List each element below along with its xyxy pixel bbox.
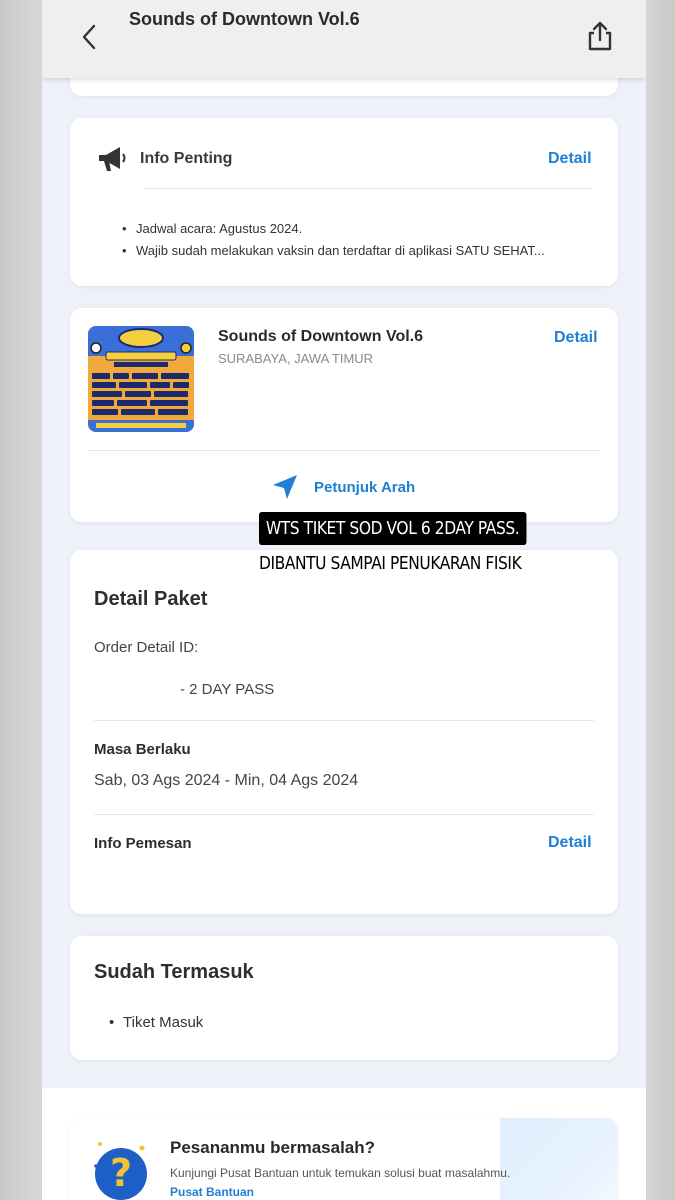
navigation-arrow-icon [273,475,297,499]
share-button[interactable] [582,18,618,54]
booking-info-detail-link[interactable]: Detail [548,834,592,852]
back-button[interactable] [74,20,104,54]
megaphone-icon [99,147,126,171]
event-name: Sounds of Downtown Vol.6 [218,328,424,345]
svg-text:?: ? [110,1151,132,1195]
list-item: Tiket Masuk [109,1012,203,1034]
list-item: Wajib sudah melakukan vaksin dan terdaft… [122,240,545,262]
overlay-caption-line2: DIBANTU SAMPAI PENUKARAN FISIK [259,553,522,574]
validity-value: Sab, 03 Ags 2024 - Min, 04 Ags 2024 [94,772,359,789]
info-penting-card: Info Penting Detail Jadwal acara: Agustu… [70,118,618,286]
help-description: Kunjungi Pusat Bantuan untuk temukan sol… [170,1166,511,1180]
event-card: Sounds of Downtown Vol.6 SURABAYA, JAWA … [70,308,618,522]
sudah-termasuk-title: Sudah Termasuk [94,961,254,983]
divider [94,814,594,815]
order-detail-label: Order Detail ID: [94,639,199,656]
list-item: Jadwal acara: Agustus 2024. [122,218,545,240]
question-mark-icon: ? [94,1142,147,1200]
event-poster-image[interactable] [88,326,194,432]
help-center-link[interactable]: Pusat Bantuan [170,1185,254,1199]
divider [144,188,592,189]
event-poster-graphic [88,326,194,432]
event-location: SURABAYA, JAWA TIMUR [218,351,374,366]
booking-info-label: Info Pemesan [94,835,192,852]
detail-paket-card: Detail Paket Order Detail ID: - 2 DAY PA… [70,550,618,914]
overlay-caption-line1: WTS TIKET SOD VOL 6 2DAY PASS. [259,512,527,545]
info-penting-list: Jadwal acara: Agustus 2024. Wajib sudah … [122,218,545,262]
info-penting-title: Info Penting [140,150,233,167]
detail-paket-title: Detail Paket [94,588,208,610]
directions-button[interactable]: Petunjuk Arah [270,472,415,502]
info-penting-header: Info Penting [96,144,232,174]
top-app-bar: Sounds of Downtown Vol.6 [42,0,646,78]
help-card-decoration [500,1118,618,1200]
help-card[interactable]: ? Pesananmu bermasalah? Kunjungi Pusat B… [70,1118,618,1200]
event-detail-link[interactable]: Detail [554,329,598,347]
divider [94,720,594,721]
divider [88,450,600,451]
chevron-left-icon [82,24,96,50]
validity-label: Masa Berlaku [94,741,191,758]
sudah-termasuk-card: Sudah Termasuk Tiket Masuk [70,936,618,1060]
sudah-termasuk-list: Tiket Masuk [109,1012,203,1034]
help-title: Pesananmu bermasalah? [170,1138,376,1157]
directions-label: Petunjuk Arah [314,478,416,496]
info-penting-detail-link[interactable]: Detail [548,150,592,168]
page-title: Sounds of Downtown Vol.6 [129,9,360,29]
phone-screen: Sounds of Downtown Vol.6 Info Penting De… [42,0,646,1200]
share-icon [588,21,612,51]
package-name: - 2 DAY PASS [180,681,275,698]
